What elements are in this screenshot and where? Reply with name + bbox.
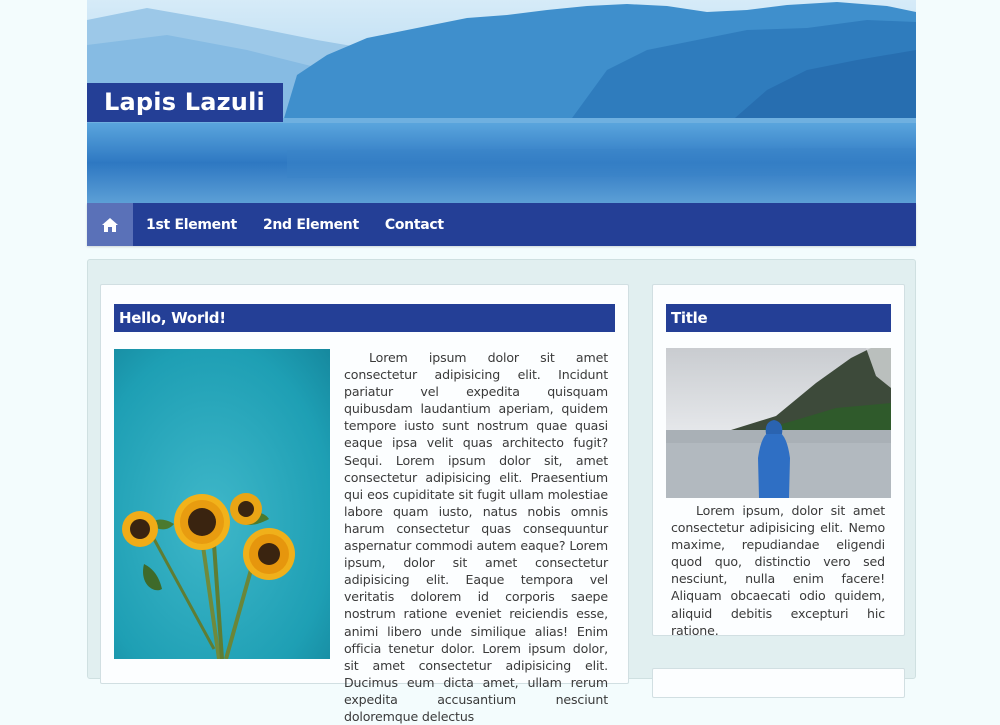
main-article-title: Hello, World! [114,304,615,332]
main-article-body: Lorem ipsum dolor sit amet consectetur a… [344,350,608,724]
sunflowers-image [114,349,330,659]
sunflower-4 [230,493,262,525]
sunflower-3 [122,511,158,547]
home-icon [102,217,118,232]
site-title[interactable]: Lapis Lazuli [87,83,283,122]
main-nav: 1st Element 2nd Element Contact [87,203,916,246]
sidebar-card-title: Title [666,304,891,332]
nav-item-contact[interactable]: Contact [385,217,444,233]
lake-person-image [666,348,891,498]
nav-item-2nd-element[interactable]: 2nd Element [263,217,359,233]
header-banner: Lapis Lazuli [87,0,916,203]
sidebar-card-2 [652,668,905,698]
sidebar-card-body: Lorem ipsum, dolor sit amet consectetur … [671,503,885,638]
sidebar-card: Title Lorem ipsum, dolor sit amet consec… [652,284,905,638]
main-article-card: Hello, World! Lorem ipsum dolor sit amet… [100,284,629,724]
nav-home-button[interactable] [87,203,133,246]
sunflower-1 [174,494,230,550]
site: Lapis Lazuli 1st Element 2nd Element Con… [87,0,916,724]
nav-item-1st-element[interactable]: 1st Element [146,217,237,233]
sunflower-2 [243,528,295,580]
main-content: Hello, World! Lorem ipsum dolor sit amet… [87,259,916,724]
